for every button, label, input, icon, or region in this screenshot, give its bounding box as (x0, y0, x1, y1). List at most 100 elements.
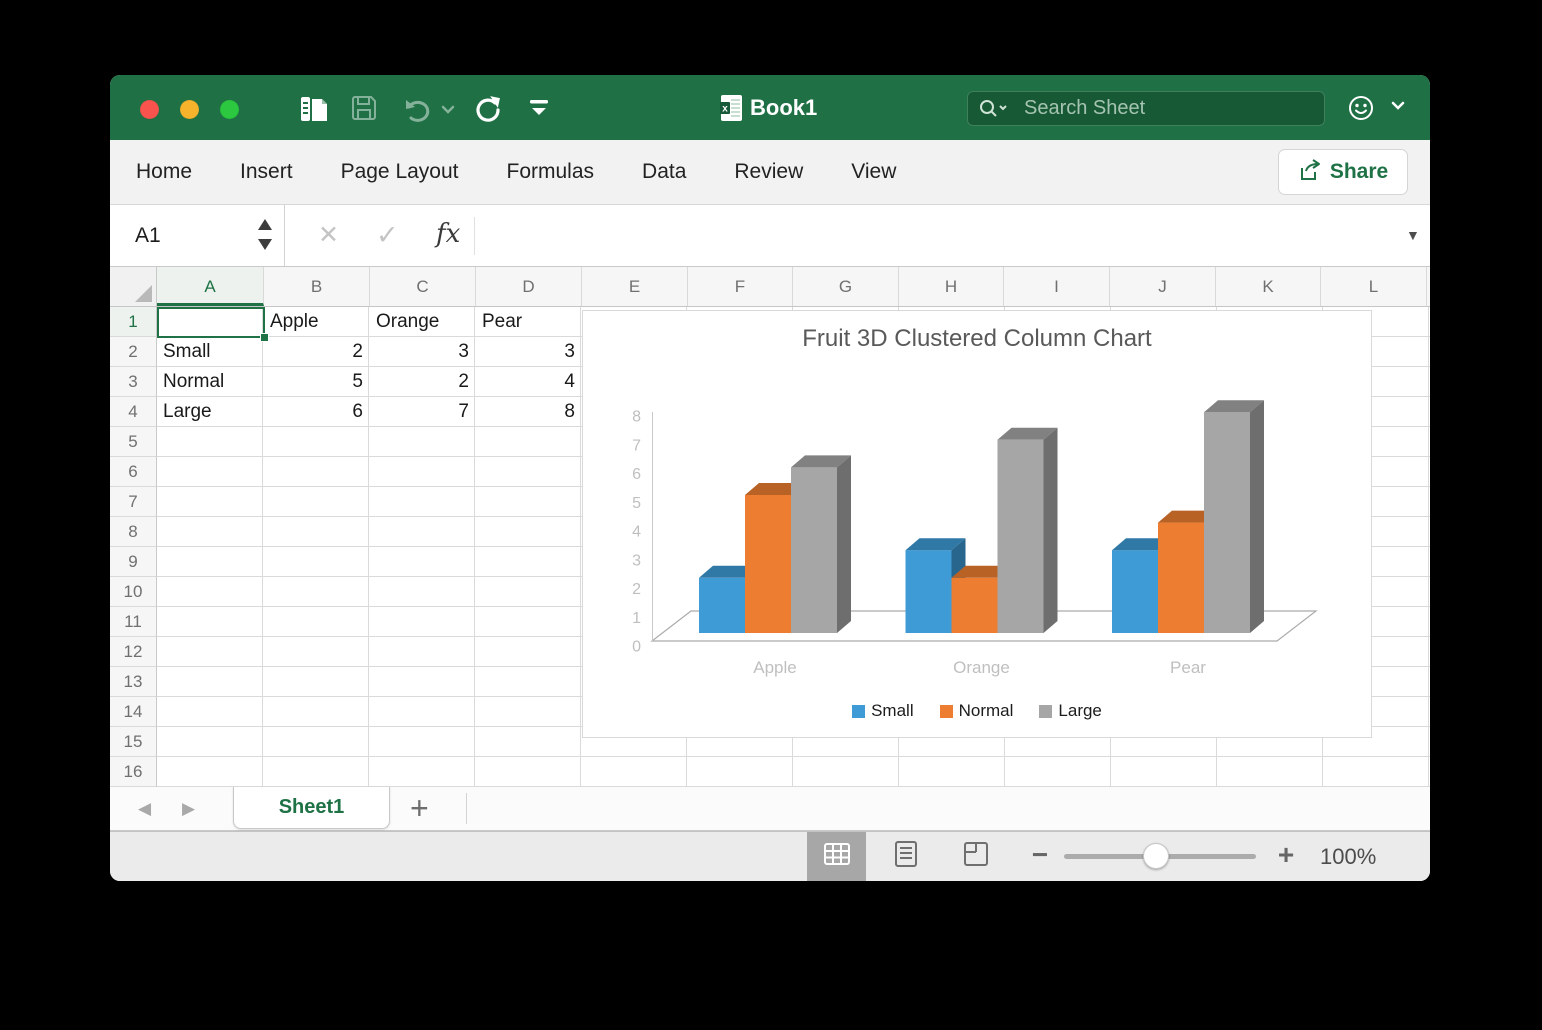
ribbon-tab-view[interactable]: View (851, 160, 896, 184)
column-header-E[interactable]: E (582, 267, 688, 306)
cell-B2[interactable]: 2 (264, 337, 370, 367)
column-header-D[interactable]: D (476, 267, 582, 306)
cell-C2[interactable]: 3 (370, 337, 476, 367)
cell-D2[interactable]: 3 (476, 337, 582, 367)
cancel-icon[interactable]: ✕ (318, 205, 339, 266)
cell-B1[interactable]: Apple (264, 307, 370, 337)
page-break-view-button[interactable] (948, 832, 1004, 881)
cell-C1[interactable]: Orange (370, 307, 476, 337)
formula-bar-divider (474, 217, 475, 255)
cell-B4[interactable]: 6 (264, 397, 370, 427)
sheet-grid[interactable]: Fruit 3D Clustered Column Chart 01234567… (110, 307, 1430, 787)
column-header-L[interactable]: L (1321, 267, 1427, 306)
normal-view-button[interactable] (807, 832, 866, 881)
svg-text:x: x (722, 104, 728, 115)
scroll-right-icon[interactable]: ▶ (182, 787, 195, 831)
cell-C4[interactable]: 7 (370, 397, 476, 427)
select-all-corner[interactable] (110, 267, 157, 306)
cell-B3[interactable]: 5 (264, 367, 370, 397)
ribbon-tab-formulas[interactable]: Formulas (507, 160, 595, 184)
chart-object[interactable]: Fruit 3D Clustered Column Chart 01234567… (582, 310, 1372, 738)
column-headers: ABCDEFGHIJKL (110, 267, 1430, 307)
active-cell-selection (157, 307, 265, 338)
row-header-6[interactable]: 6 (110, 457, 157, 487)
ribbon-tab-home[interactable]: Home (136, 160, 192, 184)
zoom-in-button[interactable]: + (1266, 832, 1306, 881)
column-header-A[interactable]: A (157, 267, 264, 306)
row-header-9[interactable]: 9 (110, 547, 157, 577)
ribbon-tab-data[interactable]: Data (642, 160, 686, 184)
enter-icon[interactable]: ✓ (376, 205, 399, 266)
search-icon (978, 97, 1012, 126)
cell-D4[interactable]: 8 (476, 397, 582, 427)
row-header-12[interactable]: 12 (110, 637, 157, 667)
column-header-F[interactable]: F (688, 267, 793, 306)
cell-C3[interactable]: 2 (370, 367, 476, 397)
share-button[interactable]: Share (1278, 149, 1408, 195)
column-header-J[interactable]: J (1110, 267, 1216, 306)
legend-item-large: Large (1039, 701, 1102, 721)
row-header-5[interactable]: 5 (110, 427, 157, 457)
name-box-value: A1 (135, 224, 161, 247)
svg-text:0: 0 (632, 639, 641, 656)
insert-function-icon[interactable]: fx (436, 205, 460, 266)
column-header-C[interactable]: C (370, 267, 476, 306)
row-header-8[interactable]: 8 (110, 517, 157, 547)
ribbon-tab-page-layout[interactable]: Page Layout (341, 160, 459, 184)
tab-bar-divider (466, 793, 467, 824)
fill-handle[interactable] (260, 333, 269, 342)
scroll-left-icon[interactable]: ◀ (138, 787, 151, 831)
chevron-down-icon[interactable] (1390, 99, 1406, 117)
minimize-button[interactable] (180, 99, 199, 119)
name-box[interactable]: A1 (110, 205, 285, 266)
cell-A3[interactable]: Normal (157, 367, 264, 397)
stepper-down-icon[interactable] (258, 239, 272, 250)
cell-D1[interactable]: Pear (476, 307, 582, 337)
cell-A2[interactable]: Small (157, 337, 264, 367)
column-header-B[interactable]: B (264, 267, 370, 306)
row-header-11[interactable]: 11 (110, 607, 157, 637)
ribbon-tab-insert[interactable]: Insert (240, 160, 293, 184)
column-header-I[interactable]: I (1004, 267, 1110, 306)
save-icon[interactable] (350, 94, 378, 127)
row-header-16[interactable]: 16 (110, 757, 157, 787)
zoom-window-button[interactable] (220, 99, 239, 119)
formula-bar: A1 ✕ ✓ fx ▼ (110, 205, 1430, 267)
row-header-13[interactable]: 13 (110, 667, 157, 697)
svg-text:3: 3 (632, 552, 641, 569)
column-header-H[interactable]: H (899, 267, 1004, 306)
feedback-smiley-icon[interactable] (1347, 94, 1375, 127)
row-header-2[interactable]: 2 (110, 337, 157, 367)
close-button[interactable] (140, 99, 159, 119)
undo-chevron-icon[interactable] (440, 103, 456, 121)
legend-swatch-small (852, 704, 866, 718)
cell-D3[interactable]: 4 (476, 367, 582, 397)
column-header-G[interactable]: G (793, 267, 899, 306)
panel-new-sheet-icon[interactable] (299, 94, 329, 129)
row-header-1[interactable]: 1 (110, 307, 157, 337)
row-header-4[interactable]: 4 (110, 397, 157, 427)
svg-text:Orange: Orange (953, 658, 1010, 677)
cell-A4[interactable]: Large (157, 397, 264, 427)
status-bar: − + 100% (110, 831, 1430, 881)
legend-label: Large (1058, 701, 1102, 720)
add-sheet-button[interactable]: + (410, 787, 429, 831)
name-box-stepper[interactable] (258, 219, 272, 250)
zoom-out-button[interactable]: − (1020, 832, 1060, 881)
formula-bar-expand-icon[interactable]: ▼ (1406, 205, 1420, 266)
undo-icon[interactable] (402, 94, 432, 129)
row-header-14[interactable]: 14 (110, 697, 157, 727)
page-layout-view-button[interactable] (878, 832, 934, 881)
row-header-3[interactable]: 3 (110, 367, 157, 397)
column-header-K[interactable]: K (1216, 267, 1321, 306)
stepper-up-icon[interactable] (258, 219, 272, 230)
zoom-slider-thumb[interactable] (1143, 843, 1169, 869)
redo-icon[interactable] (472, 94, 502, 129)
sheet-tab-sheet1[interactable]: Sheet1 (233, 787, 390, 829)
row-header-10[interactable]: 10 (110, 577, 157, 607)
search-input[interactable]: Search Sheet (967, 91, 1325, 126)
row-header-7[interactable]: 7 (110, 487, 157, 517)
customize-toolbar-icon[interactable] (525, 99, 553, 124)
ribbon-tab-review[interactable]: Review (734, 160, 803, 184)
row-header-15[interactable]: 15 (110, 727, 157, 757)
